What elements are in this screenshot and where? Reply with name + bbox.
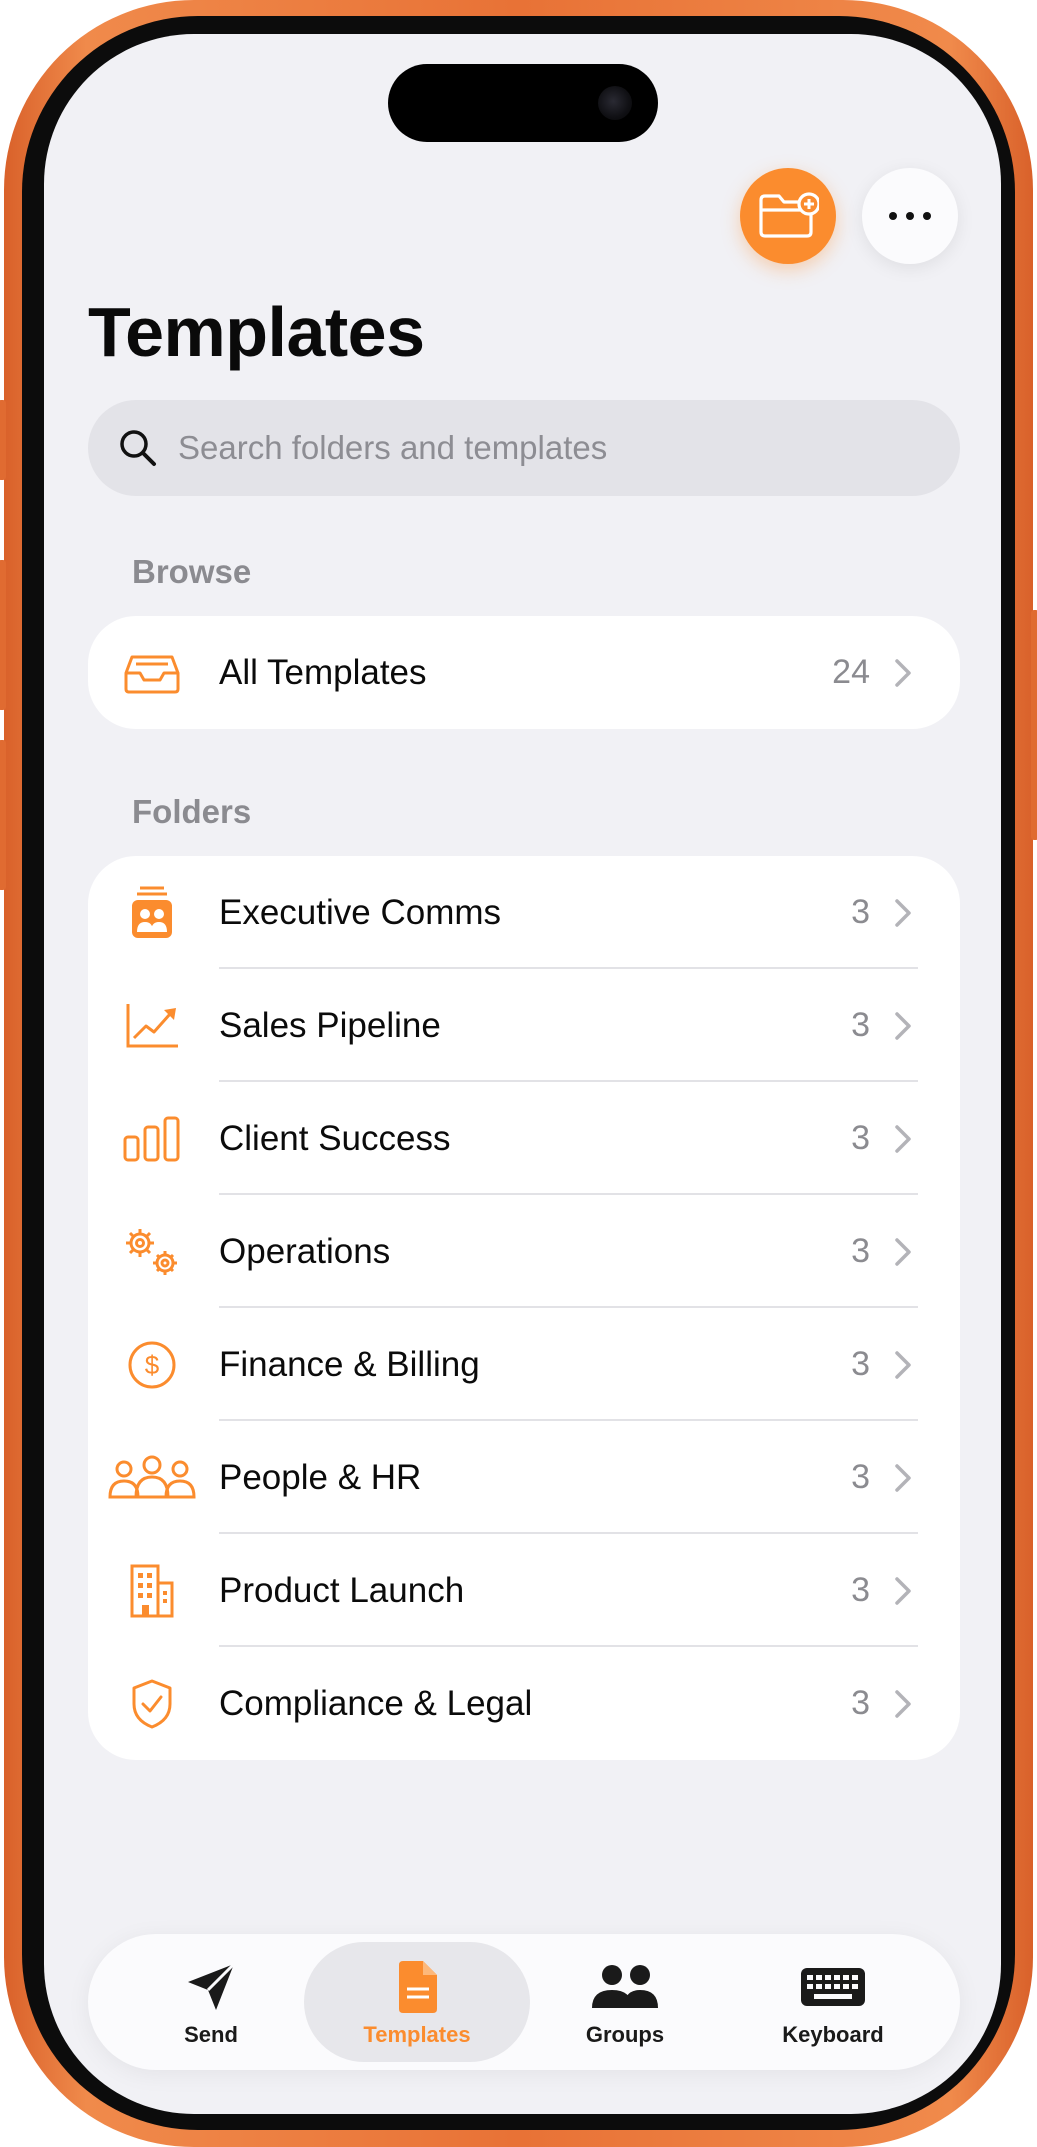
chevron-right-icon [895, 1351, 911, 1379]
folder-label: Executive Comms [219, 892, 502, 932]
tab-label: Send [184, 2022, 238, 2047]
chevron-right-icon [895, 1577, 911, 1605]
chart-line-icon [104, 978, 200, 1074]
volume-up-button [0, 560, 6, 710]
folder-label: Client Success [219, 1118, 451, 1158]
document-icon [395, 1958, 439, 2016]
paper-plane-icon [184, 1958, 238, 2016]
magnifying-glass-icon [120, 430, 156, 466]
folder-label: People & HR [219, 1457, 422, 1497]
folder-count: 3 [851, 1232, 870, 1270]
folder-item-executive-comms[interactable]: Executive Comms 3 [88, 856, 960, 969]
folder-count: 3 [851, 1119, 870, 1157]
folder-label: Operations [219, 1231, 391, 1271]
list-item-count: 24 [832, 653, 870, 691]
folder-count: 3 [851, 1006, 870, 1044]
tab-send[interactable]: Send [98, 1942, 324, 2062]
chevron-right-icon [895, 659, 911, 687]
folder-count: 3 [851, 893, 870, 931]
folder-item-compliance-legal[interactable]: Compliance & Legal 3 [88, 1647, 960, 1760]
executive-icon [104, 865, 200, 961]
power-button [1031, 610, 1037, 840]
folder-count: 3 [851, 1571, 870, 1609]
tab-label: Groups [585, 2022, 665, 2047]
search-bar[interactable]: Search folders and templates [88, 400, 960, 496]
folder-label: Sales Pipeline [219, 1005, 441, 1045]
chevron-right-icon [895, 1125, 911, 1153]
browse-card: All Templates 24 [88, 616, 960, 729]
folder-label: Compliance & Legal [219, 1683, 533, 1723]
folders-card: Executive Comms 3 Sales Pipeline 3 Clien… [88, 856, 960, 1760]
chevron-right-icon [895, 899, 911, 927]
keyboard-icon [800, 1958, 866, 2016]
chevron-right-icon [895, 1690, 911, 1718]
tray-icon [104, 625, 200, 721]
tab-label: Keyboard [782, 2022, 884, 2047]
folder-item-product-launch[interactable]: Product Launch 3 [88, 1534, 960, 1647]
shield-check-icon [104, 1656, 200, 1752]
folder-item-operations[interactable]: Operations 3 [88, 1195, 960, 1308]
people-icon [88, 1430, 216, 1526]
page-title: Templates [88, 293, 425, 371]
list-item-all-templates[interactable]: All Templates 24 [88, 616, 960, 729]
tab-bar: Send Templates Groups Keyboard [88, 1934, 960, 2070]
building-icon [104, 1543, 200, 1639]
chevron-right-icon [895, 1238, 911, 1266]
dollar-circle-icon: $ [104, 1317, 200, 1413]
camera-lens [598, 86, 632, 120]
gears-icon [104, 1204, 200, 1300]
folder-count: 3 [851, 1458, 870, 1496]
folder-label: Product Launch [219, 1570, 465, 1610]
dynamic-island [388, 64, 658, 142]
more-options-button[interactable] [862, 168, 958, 264]
chevron-right-icon [895, 1464, 911, 1492]
svg-text:$: $ [145, 1350, 160, 1380]
chevron-right-icon [895, 1012, 911, 1040]
tab-keyboard[interactable]: Keyboard [720, 1942, 946, 2062]
volume-down-button [0, 740, 6, 890]
folder-item-finance-billing[interactable]: $ Finance & Billing 3 [88, 1308, 960, 1421]
folder-plus-icon [759, 192, 819, 238]
folder-count: 3 [851, 1684, 870, 1722]
tab-groups[interactable]: Groups [512, 1942, 738, 2062]
ellipsis-icon [889, 212, 931, 220]
folder-item-sales-pipeline[interactable]: Sales Pipeline 3 [88, 969, 960, 1082]
two-people-icon [590, 1958, 660, 2016]
screen: Templates Search folders and templates B… [44, 34, 1001, 2114]
list-item-label: All Templates [219, 652, 427, 692]
folders-section-label: Folders [132, 793, 252, 830]
tab-templates[interactable]: Templates [304, 1942, 530, 2062]
new-folder-button[interactable] [740, 168, 836, 264]
folder-count: 3 [851, 1345, 870, 1383]
action-button [0, 400, 6, 480]
bar-chart-icon [104, 1091, 200, 1187]
search-placeholder: Search folders and templates [178, 429, 608, 466]
folder-item-people-hr[interactable]: People & HR 3 [88, 1421, 960, 1534]
tab-label: Templates [363, 2022, 471, 2047]
folder-item-client-success[interactable]: Client Success 3 [88, 1082, 960, 1195]
folder-label: Finance & Billing [219, 1344, 480, 1384]
browse-section-label: Browse [132, 553, 252, 590]
